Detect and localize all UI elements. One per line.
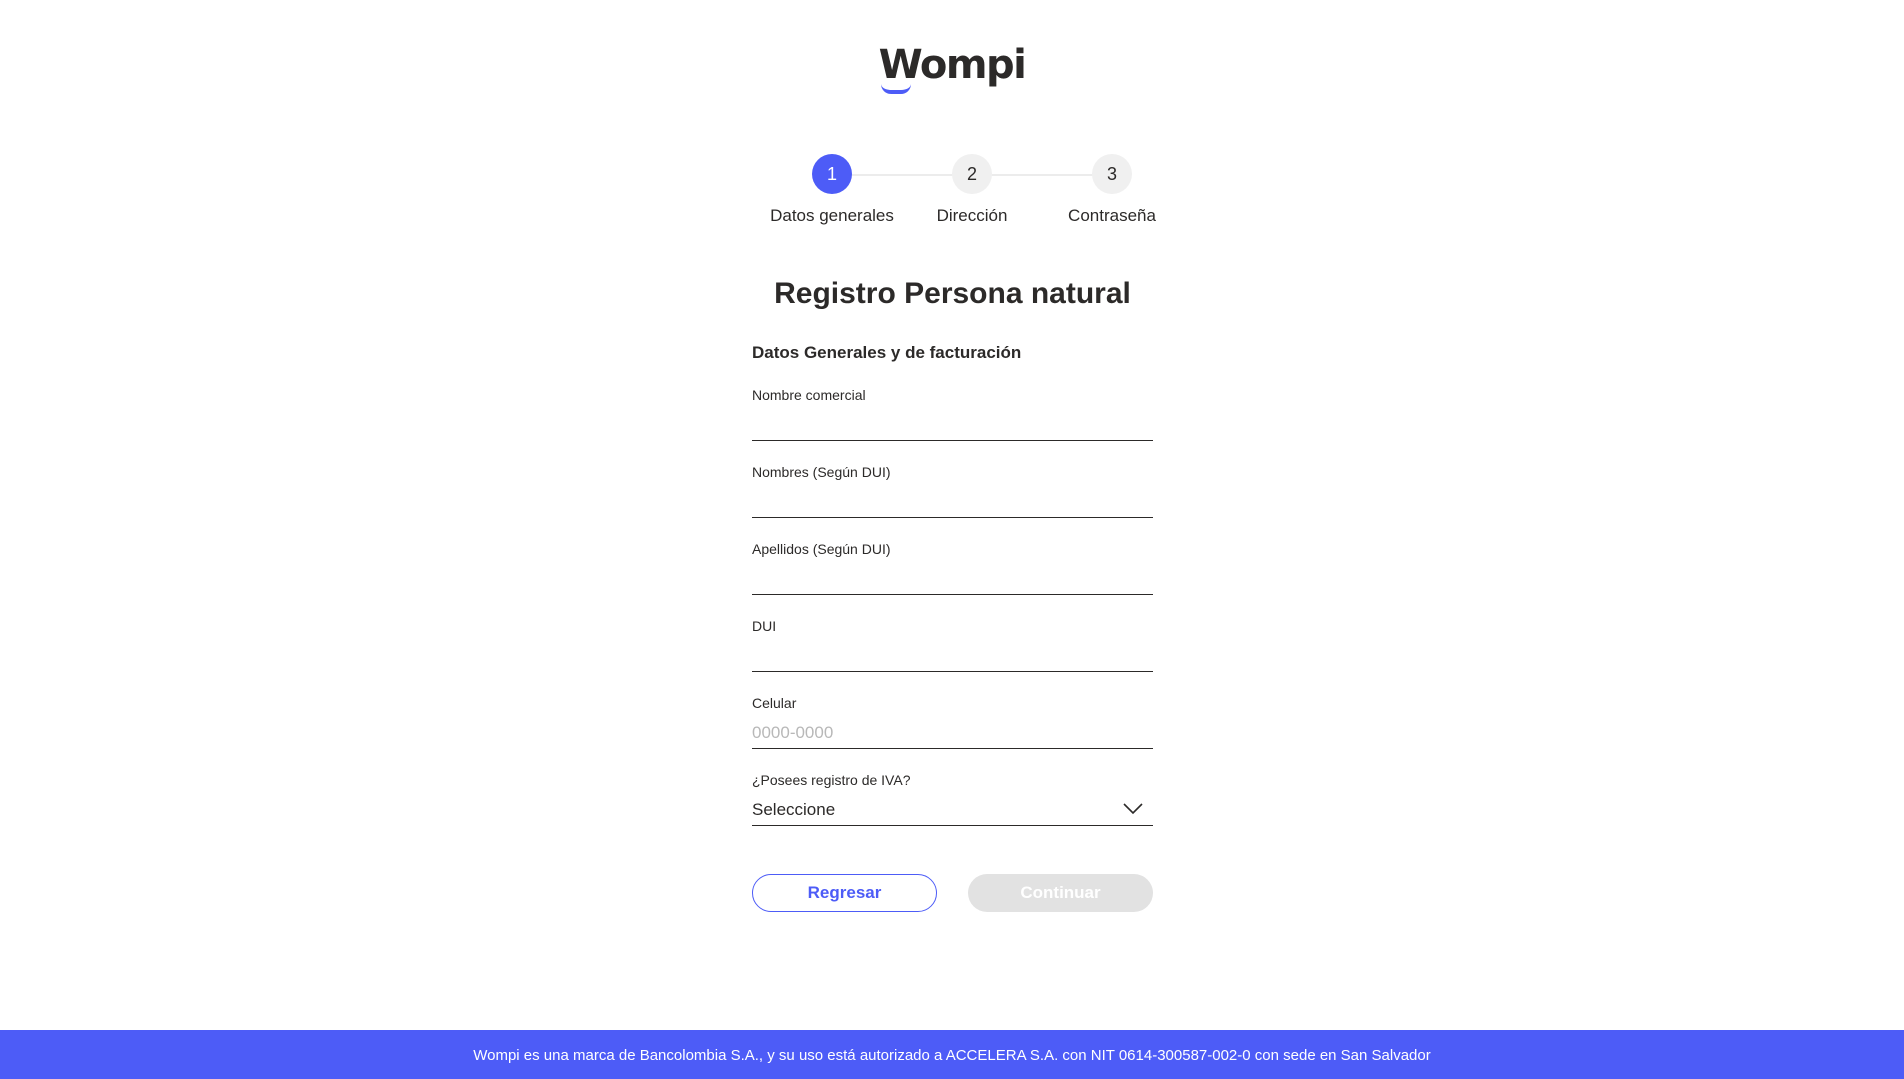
apellidos-field: Apellidos (Según DUI) [752,540,1153,595]
step-label: Dirección [936,206,1008,225]
step-label: Contraseña [1068,206,1156,225]
back-button[interactable]: Regresar [752,874,937,912]
page-title: Registro Persona natural [774,277,1131,310]
step-label: Datos generales [770,206,894,225]
celular-field: Celular [752,694,1153,749]
step-contrasena: 3 Contraseña [1032,154,1192,226]
registration-page: Wompi 1 Datos generales 2 Dirección 3 Co… [0,0,1904,1079]
chevron-down-icon[interactable] [1123,803,1143,815]
nombre-comercial-field: Nombre comercial [752,386,1153,441]
field-label: Nombre comercial [752,387,866,403]
dui-field: DUI [752,617,1153,672]
step-number: 1 [812,154,852,194]
field-label: Celular [752,695,797,711]
field-label: ¿Posees registro de IVA? [752,772,911,788]
logo-swoosh-icon [880,84,911,94]
registration-form: Registro Persona natural Datos Generales… [752,270,1153,912]
step-datos-generales: 1 Datos generales [752,154,912,226]
field-label: DUI [752,618,777,634]
progress-stepper: 1 Datos generales 2 Dirección 3 Contrase… [752,154,1172,234]
step-number: 3 [1092,154,1132,194]
nombre-comercial-input[interactable] [752,412,1153,438]
nombres-input[interactable] [752,489,1153,515]
footer: Wompi es una marca de Bancolombia S.A., … [0,1030,1904,1079]
continue-button[interactable]: Continuar [968,874,1153,912]
apellidos-input[interactable] [752,566,1153,592]
iva-select[interactable]: Seleccione [752,797,1153,823]
form-actions: Regresar Continuar [752,874,1153,912]
dui-input[interactable] [752,643,1153,669]
step-number: 2 [952,154,992,194]
wompi-logo: Wompi [878,40,1027,94]
logo-text: Wompi [878,42,1027,88]
field-label: Apellidos (Según DUI) [752,541,891,557]
footer-text: Wompi es una marca de Bancolombia S.A., … [473,1047,1431,1064]
nombres-field: Nombres (Según DUI) [752,463,1153,518]
field-label: Nombres (Según DUI) [752,464,891,480]
logo-container: Wompi [0,40,1904,94]
step-direccion: 2 Dirección [892,154,1052,226]
celular-input[interactable] [752,720,1153,746]
section-subtitle: Datos Generales y de facturación [752,343,1022,362]
iva-select-field[interactable]: ¿Posees registro de IVA? Seleccione [752,771,1153,826]
